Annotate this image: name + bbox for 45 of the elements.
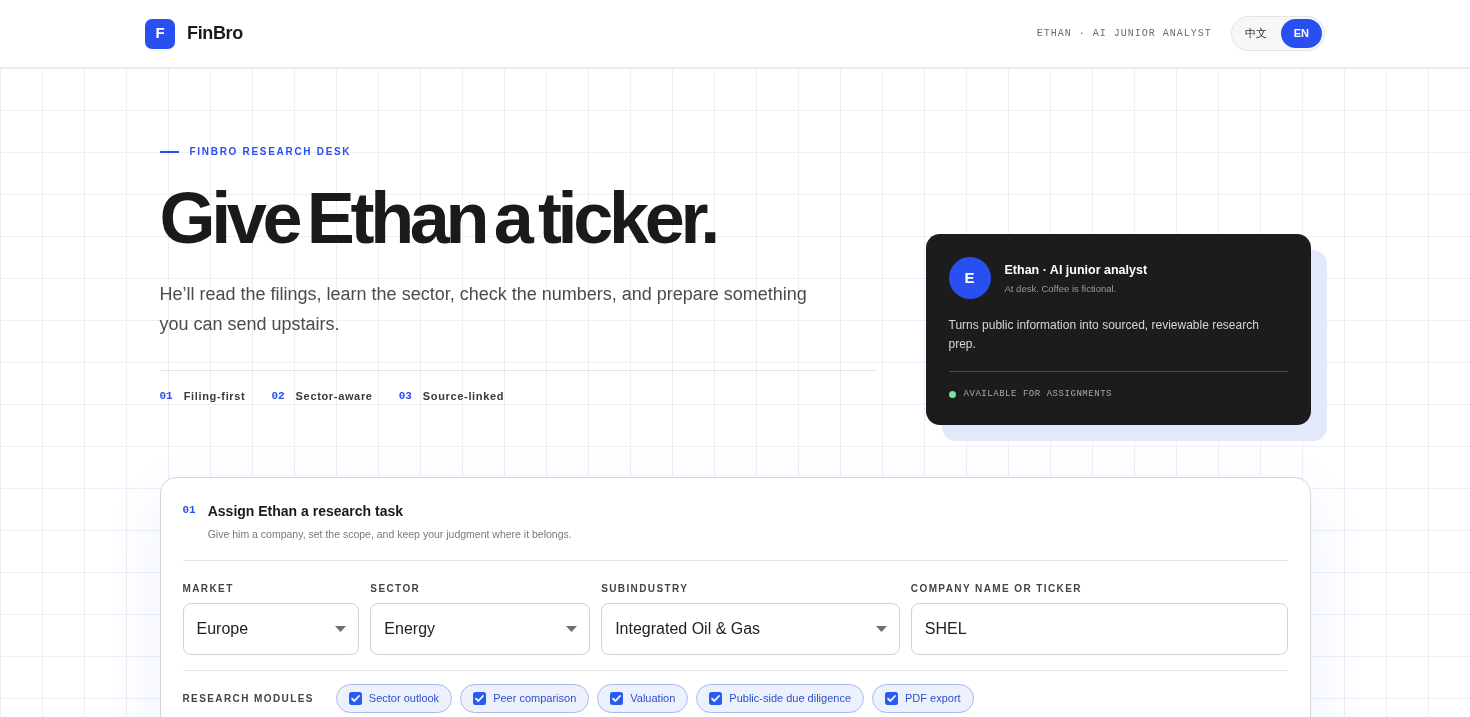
module-chip[interactable]: Valuation (597, 684, 689, 713)
module-chip[interactable]: Public-side due diligence (696, 684, 865, 713)
status-dot-icon (948, 390, 956, 398)
form-subtitle: Give him a company, set the scope, and keep your judgment where it belongs. (207, 527, 572, 542)
header-tagline: ETHAN · AI JUNIOR ANALYST (1036, 27, 1212, 41)
profile-name: Ethan · AI junior analyst (1004, 261, 1148, 278)
form-title: Assign Ethan a research task (207, 502, 404, 521)
feature-number: 02 (271, 389, 285, 404)
hero-title: Give Ethan a ticker. (159, 182, 716, 254)
modules-label: RESEARCH MODULES (182, 691, 314, 706)
module-chip[interactable]: Sector outlook (335, 684, 453, 713)
module-chip[interactable]: PDF export (872, 684, 974, 713)
field-label: COMPANY NAME OR TICKER (910, 582, 1083, 596)
caret-icon (875, 626, 887, 632)
availability-status: AVAILABLE FOR ASSIGNMENTS (963, 388, 1113, 400)
checkbox[interactable] (709, 692, 723, 705)
text-field[interactable]: SHEL (910, 603, 1288, 655)
hero-subtitle: He’ll read the filings, learn the sector, check the numbers, and prepare something you can send upstairs. (159, 283, 808, 336)
logo-badge: F (145, 18, 175, 49)
eyebrow-label: FINBRO RESEARCH DESK (189, 146, 352, 158)
feature-label: Source-linked (422, 389, 505, 404)
checkbox[interactable] (473, 692, 487, 705)
brand-name: FinBro (187, 22, 243, 45)
dropdown[interactable]: Energy (370, 603, 591, 655)
caret-icon (335, 626, 347, 632)
language-option[interactable]: 中文 (1233, 19, 1278, 48)
dropdown[interactable]: Integrated Oil & Gas (601, 603, 900, 655)
feature-number: 03 (398, 389, 412, 404)
checkbox[interactable] (348, 692, 362, 705)
caret-icon (566, 626, 578, 632)
avatar: E (948, 257, 991, 299)
field-label: SUBINDUSTRY (601, 582, 690, 596)
checkbox[interactable] (885, 692, 899, 705)
field-label: SECTOR (370, 582, 422, 596)
language-option[interactable]: EN (1280, 19, 1322, 48)
feature-label: Filing-first (183, 389, 246, 404)
feature-number: 01 (159, 389, 173, 404)
module-chip[interactable]: Peer comparison (460, 684, 590, 713)
checkbox[interactable] (610, 692, 624, 705)
feature-label: Sector-aware (295, 389, 373, 404)
step-number: 01 (182, 503, 196, 518)
profile-description: Turns public information into sourced, reviewable research prep. (948, 317, 1260, 353)
field-label: MARKET (182, 582, 235, 596)
dropdown[interactable]: Europe (182, 603, 360, 655)
profile-status: At desk. Coffee is fictional. (1004, 281, 1118, 295)
